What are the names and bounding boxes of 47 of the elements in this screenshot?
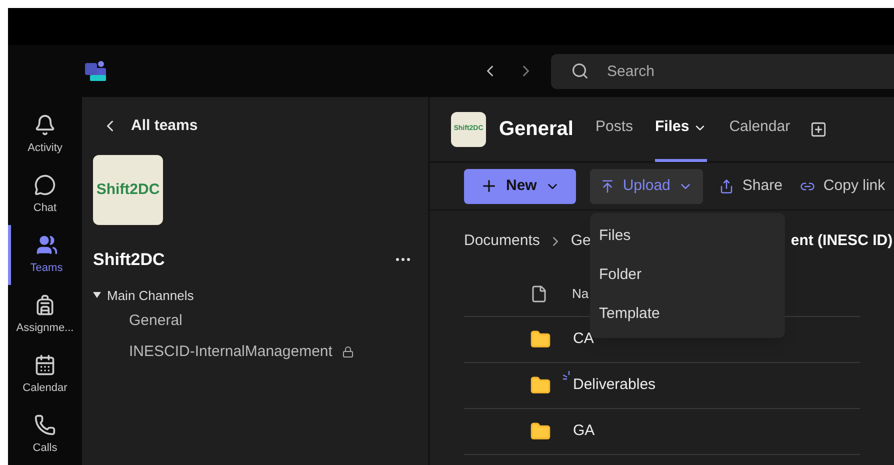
channel-tab[interactable]: Files (655, 96, 708, 162)
more-button[interactable] (396, 258, 410, 262)
add-tab-icon (810, 120, 828, 138)
app-logo-icon (84, 60, 108, 82)
team-logo: Shift2DC (93, 155, 163, 225)
breadcrumb-item[interactable]: Documents (464, 230, 540, 252)
phone-icon (34, 414, 56, 436)
channel-item[interactable]: INESCID-InternalManagement (129, 340, 332, 364)
file-name[interactable]: GA (573, 420, 595, 443)
menu-item[interactable]: Files (590, 217, 785, 256)
file-icon (530, 284, 548, 302)
toolbar-button[interactable]: Copy link (798, 168, 888, 204)
menu-item[interactable]: Folder (590, 256, 785, 295)
toolbar-button[interactable]: New (464, 168, 576, 204)
file-name[interactable]: Deliverables (573, 374, 656, 397)
backpack-icon (34, 294, 56, 316)
breadcrumb-item: ent (INESC ID) (790, 230, 893, 251)
chat-icon (34, 174, 56, 196)
bell-icon (34, 114, 56, 136)
rail-item[interactable]: Calendar (8, 345, 82, 405)
search-icon (571, 62, 589, 80)
channel-item[interactable]: General (129, 310, 182, 332)
folder-icon (530, 421, 551, 442)
toolbar-button[interactable]: Share (717, 168, 784, 204)
channel-title: General (499, 117, 574, 142)
folder-icon (530, 375, 551, 396)
rail-item[interactable]: Chat (8, 165, 82, 225)
calendar-icon (34, 354, 56, 376)
channel-tab[interactable]: Calendar (729, 96, 790, 162)
folder-icon (530, 329, 551, 350)
more-icon (396, 258, 410, 262)
breadcrumb-item[interactable]: Ge (570, 230, 591, 252)
channel-tab[interactable]: Posts (595, 96, 633, 162)
toolbar-button[interactable]: Upload (590, 168, 704, 204)
rail-item[interactable]: Calls (8, 405, 82, 465)
rail-item[interactable]: Assignme... (8, 285, 82, 345)
upload-icon (600, 178, 615, 194)
team-name: Shift2DC (93, 249, 165, 271)
search-field[interactable]: Search (551, 54, 894, 88)
channel-group[interactable]: Main Channels (93, 286, 410, 305)
people-icon (36, 234, 58, 256)
caret-icon (93, 292, 101, 298)
all-teams-link[interactable]: All teams (131, 114, 198, 138)
rail-item[interactable]: Activity (8, 105, 82, 165)
plus-icon (480, 177, 498, 195)
share-icon (719, 178, 734, 194)
column-header[interactable]: Na (572, 284, 589, 304)
